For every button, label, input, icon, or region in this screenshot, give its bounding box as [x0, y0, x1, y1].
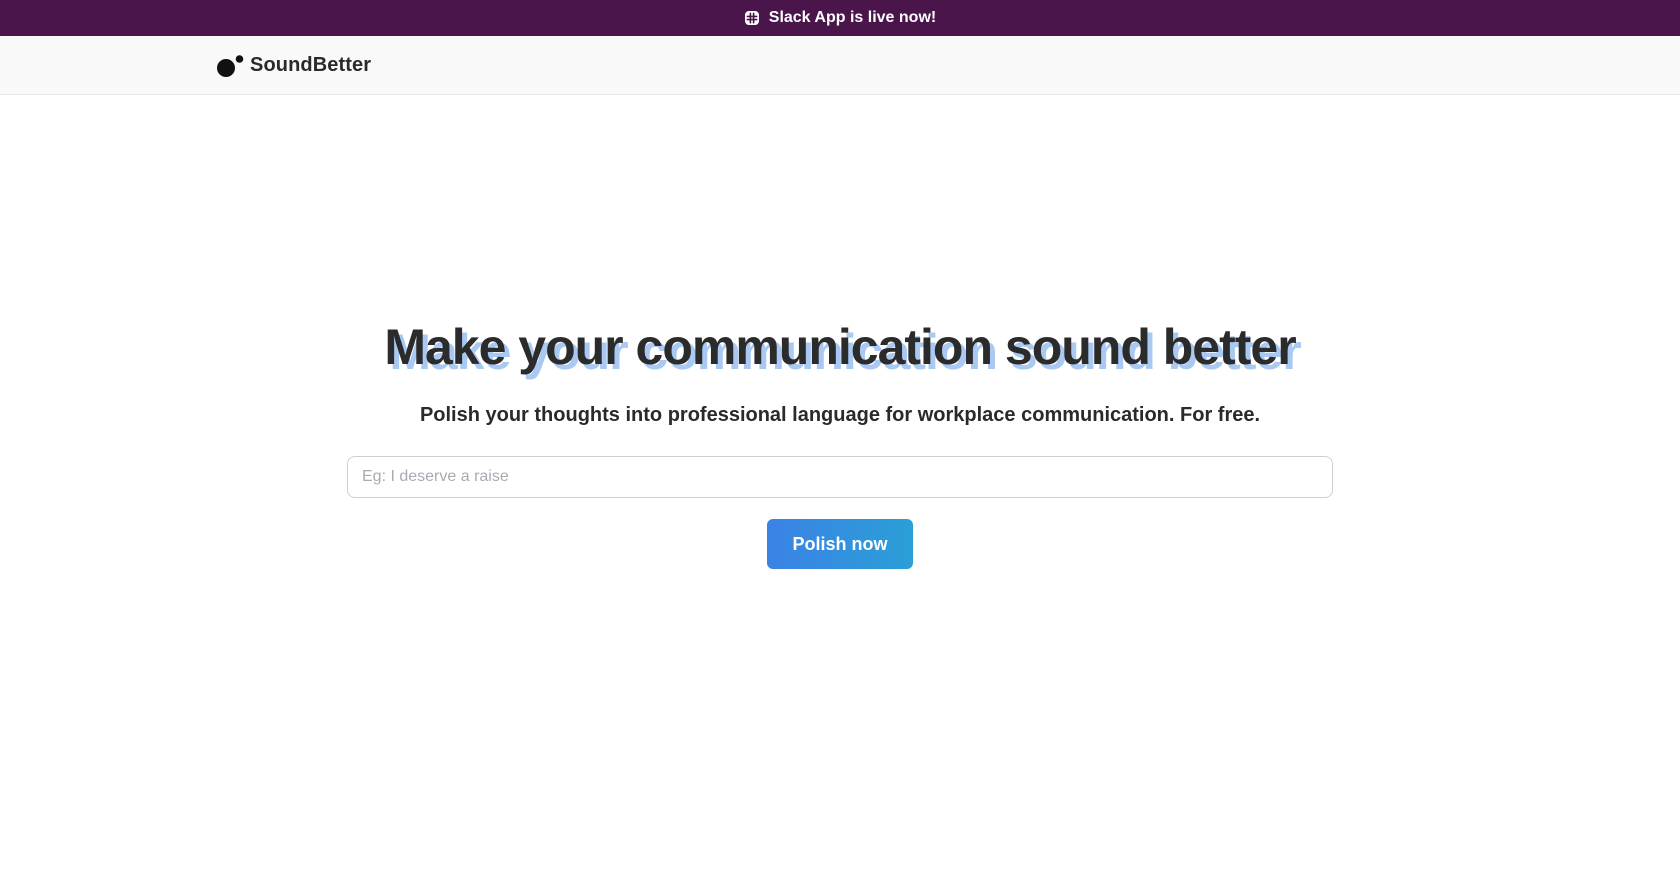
- banner-text: Slack App is live now!: [768, 9, 937, 26]
- soundbetter-logo-icon: [217, 54, 244, 77]
- slack-icon: [744, 11, 759, 25]
- slack-app-banner-link[interactable]: Slack App is live now!: [744, 9, 936, 27]
- page-title: Make your communication sound better: [384, 319, 1296, 375]
- page-subtitle: Polish your thoughts into professional l…: [419, 404, 1261, 426]
- announcement-banner: Slack App is live now!: [0, 0, 1680, 36]
- brand-home-link[interactable]: SoundBetter: [216, 36, 371, 95]
- brand-name: SoundBetter: [250, 54, 372, 76]
- polish-now-button[interactable]: Polish now: [767, 519, 913, 569]
- hero-section: Make your communication sound better Pol…: [0, 95, 1680, 876]
- thought-input[interactable]: [347, 456, 1333, 498]
- top-navbar: SoundBetter: [0, 36, 1680, 95]
